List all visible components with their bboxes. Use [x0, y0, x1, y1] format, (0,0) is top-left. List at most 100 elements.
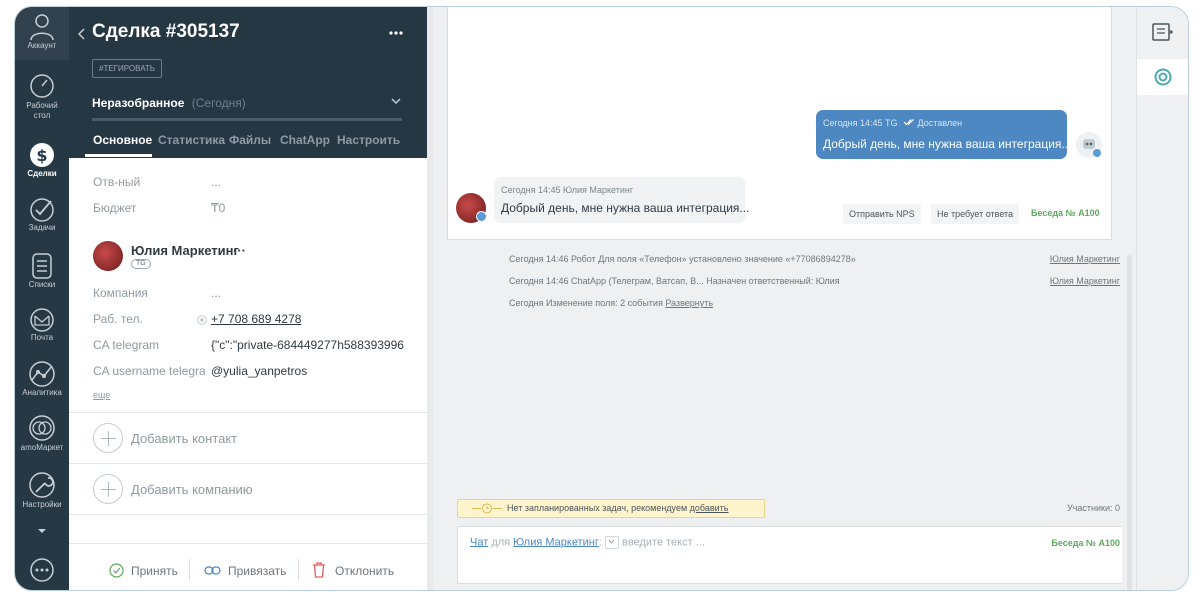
- field-value-company[interactable]: ...: [211, 286, 221, 300]
- deals-icon: $: [30, 143, 54, 167]
- divider: [69, 514, 427, 515]
- event-field-change-text: Сегодня Изменение поля: 2 события: [509, 298, 663, 308]
- event-author[interactable]: Юлия Маркетинг: [1050, 276, 1120, 286]
- rail-top: [1137, 7, 1188, 57]
- nav-account[interactable]: Аккаунт: [15, 7, 69, 60]
- more-options-icon[interactable]: [389, 31, 403, 35]
- deal-header: Сделка #305137 #ТЕГИРОВАТЬ Неразобранное…: [69, 7, 427, 158]
- check-circle-icon[interactable]: [109, 563, 124, 578]
- amo-logo-icon: [1154, 68, 1172, 86]
- send-nps-button[interactable]: Отправить NPS: [843, 204, 921, 224]
- nav-item-mail[interactable]: Почта: [15, 307, 69, 342]
- task-notice: Нет запланированных задач, рекомендуем д…: [457, 499, 765, 518]
- scroll-thumb[interactable]: [1127, 255, 1132, 590]
- app-window: Аккаунт Рабочий стол $ Сделки Задачи Спи…: [14, 6, 1189, 591]
- speedometer-icon: [30, 74, 54, 98]
- field-label-budget: Бюджет: [93, 201, 137, 215]
- user-icon: [30, 14, 54, 41]
- link-icon[interactable]: [204, 565, 221, 576]
- right-rail: [1136, 7, 1188, 590]
- deal-panel: Сделка #305137 #ТЕГИРОВАТЬ Неразобранное…: [69, 7, 427, 590]
- nav-scroll-down[interactable]: [15, 527, 69, 535]
- add-contact-icon[interactable]: [93, 423, 123, 453]
- incoming-text: Добрый день, мне нужна ваша интеграция..…: [501, 201, 750, 215]
- recipient-link[interactable]: Юлия Маркетинг: [513, 536, 599, 548]
- incoming-message[interactable]: Сегодня 14:45 Юлия Маркетинг Добрый день…: [494, 177, 749, 223]
- outgoing-time: Сегодня 14:45 TG: [823, 118, 898, 128]
- tab-statistics[interactable]: Статистика: [158, 133, 225, 147]
- deal-title: Сделка #305137: [92, 21, 240, 42]
- divider: [298, 559, 299, 581]
- outgoing-message[interactable]: Сегодня 14:45 TG Доставлен Добрый день, …: [816, 110, 1071, 159]
- back-arrow-icon[interactable]: [78, 28, 86, 40]
- main-sidebar: Аккаунт Рабочий стол $ Сделки Задачи Спи…: [15, 7, 69, 590]
- add-company-icon[interactable]: [93, 474, 123, 504]
- nav-item-lists[interactable]: Списки: [15, 252, 69, 289]
- chat-mode-link[interactable]: Чат: [470, 536, 488, 548]
- field-label-ca-username: CA username telegra: [93, 364, 205, 378]
- panel-add-icon[interactable]: [1152, 23, 1174, 41]
- add-company-button[interactable]: Добавить компанию: [131, 482, 253, 497]
- nav-item-settings[interactable]: Настройки: [15, 470, 69, 509]
- wrench-icon: [29, 472, 55, 498]
- tag-button[interactable]: #ТЕГИРОВАТЬ: [92, 59, 163, 78]
- tab-configure[interactable]: Настроить: [337, 133, 400, 147]
- list-icon: [32, 253, 52, 279]
- accept-button[interactable]: Принять: [131, 564, 178, 578]
- field-value-ca-username[interactable]: @yulia_yanpetros: [211, 364, 307, 378]
- outgoing-meta: Сегодня 14:45 TG Доставлен: [823, 118, 962, 128]
- message-composer[interactable]: Чат для Юлия Маркетинг: введите текст ..…: [457, 526, 1133, 584]
- nav-item-deals[interactable]: $ Сделки: [15, 139, 69, 178]
- pipeline-stage[interactable]: Неразобранное (Сегодня): [92, 96, 246, 110]
- composer-conversation-label[interactable]: Беседа № А100: [1051, 538, 1120, 548]
- bot-avatar-icon: [1076, 132, 1102, 158]
- feed-scrollbar[interactable]: [1122, 7, 1136, 590]
- tab-chatapp[interactable]: ChatApp: [280, 133, 330, 147]
- trash-icon[interactable]: [312, 562, 326, 578]
- participants-count[interactable]: Участники: 0: [1067, 503, 1120, 513]
- tab-files[interactable]: Файлы: [229, 133, 271, 147]
- field-value-phone[interactable]: +7 708 689 4278: [211, 312, 301, 326]
- add-task-link[interactable]: добавить: [690, 503, 729, 513]
- nav-item-dashboard[interactable]: Рабочий стол: [15, 73, 69, 121]
- nav-chat[interactable]: [15, 557, 69, 583]
- analytics-icon: [29, 361, 55, 387]
- svg-text:$: $: [36, 146, 47, 165]
- task-notice-text: Нет запланированных задач, рекомендуем д…: [507, 500, 729, 517]
- conversation-label[interactable]: Беседа № А100: [1031, 208, 1100, 218]
- delivery-status: Доставлен: [917, 118, 963, 128]
- field-value-budget[interactable]: ₸0: [211, 201, 225, 215]
- field-label-company: Компания: [93, 286, 148, 300]
- incoming-meta: Сегодня 14:45 Юлия Маркетинг: [501, 185, 634, 195]
- nav-item-market[interactable]: amoМаркет: [15, 413, 69, 452]
- expand-link[interactable]: Развернуть: [665, 298, 713, 308]
- rail-amo-tab[interactable]: [1137, 59, 1188, 95]
- add-phone-icon[interactable]: [197, 315, 207, 325]
- telegram-badge: TG: [131, 259, 151, 269]
- tab-main[interactable]: Основное: [93, 133, 152, 147]
- add-contact-button[interactable]: Добавить контакт: [131, 431, 237, 446]
- composer-input[interactable]: введите текст ...: [622, 536, 705, 548]
- stage-progress-bar: [92, 118, 402, 121]
- no-reply-needed-button[interactable]: Не требует ответа: [931, 204, 1020, 224]
- field-value-ca-telegram[interactable]: {"c":"private-684449277h588393996: [211, 338, 406, 352]
- chat-card: Сегодня 14:45 TG Доставлен Добрый день, …: [447, 7, 1112, 240]
- nav-item-tasks[interactable]: Задачи: [15, 197, 69, 232]
- composer-for-label: для: [491, 536, 511, 549]
- link-button[interactable]: Привязать: [228, 564, 286, 578]
- more-fields-link[interactable]: еще: [93, 390, 110, 400]
- chevron-down-icon[interactable]: [391, 97, 401, 105]
- contact-more-button[interactable]: ···: [233, 243, 246, 258]
- field-value-responsible[interactable]: ...: [211, 175, 221, 189]
- event-author[interactable]: Юлия Маркетинг: [1050, 254, 1120, 264]
- clock-icon: [472, 503, 502, 514]
- decline-button[interactable]: Отклонить: [335, 564, 394, 578]
- contact-name[interactable]: Юлия Маркетинг: [131, 243, 239, 258]
- contact-avatar[interactable]: [93, 241, 123, 271]
- divider: [189, 559, 190, 581]
- recipient-dropdown[interactable]: [604, 536, 619, 549]
- field-label-responsible: Отв-ный: [93, 175, 141, 189]
- task-notice-label: Нет запланированных задач, рекомендуем: [507, 503, 688, 513]
- nav-item-analytics[interactable]: Аналитика: [15, 360, 69, 397]
- field-label-ca-telegram: CA telegram: [93, 338, 160, 352]
